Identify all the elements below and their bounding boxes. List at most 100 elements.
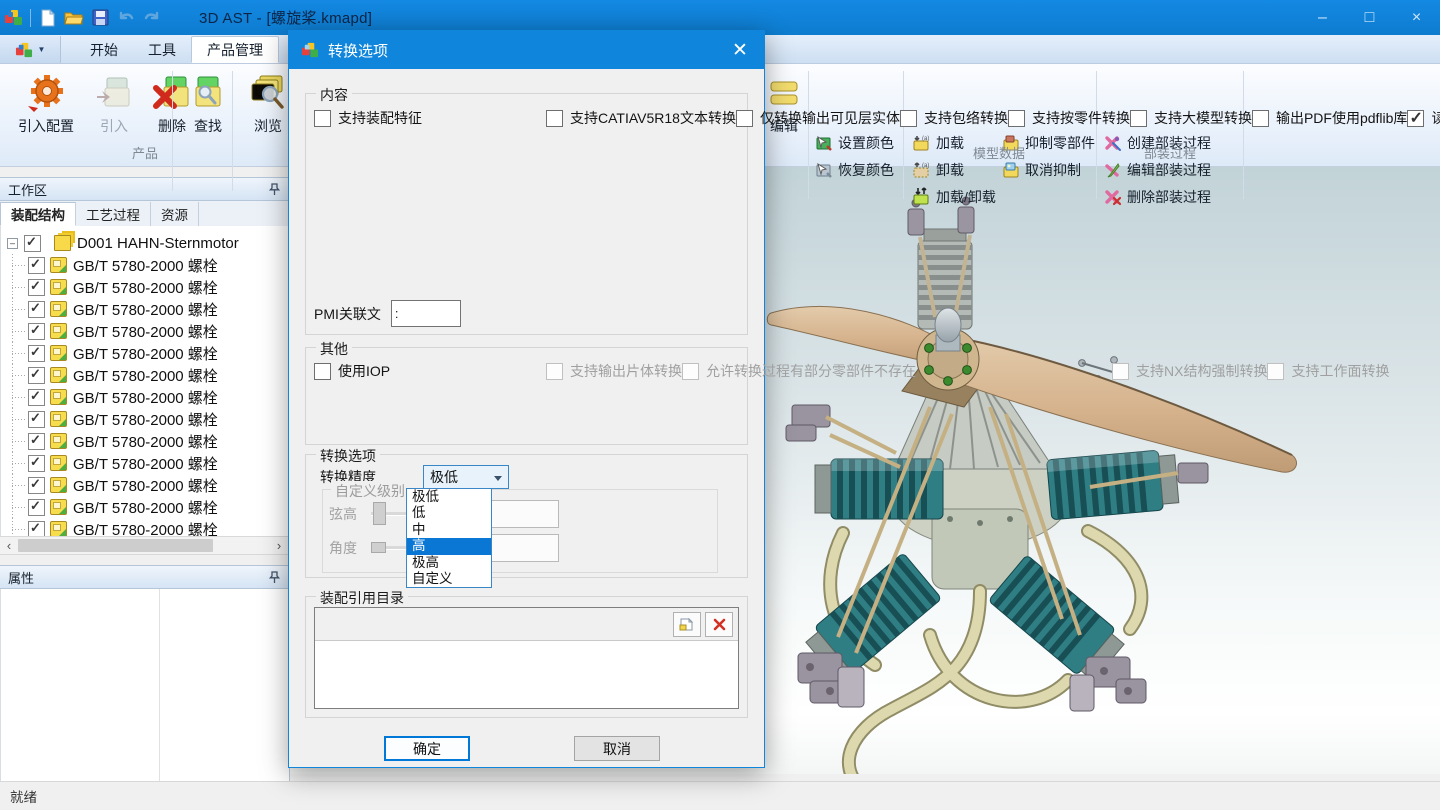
assembly-tree[interactable]: – D001 HAHN-Sternmotor GB/T 5780-2000 螺栓… xyxy=(0,226,289,536)
checkbox[interactable] xyxy=(28,521,45,537)
checkbox[interactable] xyxy=(24,235,41,252)
set-color-icon xyxy=(815,134,833,152)
part-icon xyxy=(50,345,67,361)
checkbox-row[interactable]: 输出PDF使用pdflib库 xyxy=(1252,104,1407,132)
tree-item-bolt[interactable]: GB/T 5780-2000 螺栓 xyxy=(1,452,289,474)
undo-icon xyxy=(113,6,139,30)
checkbox[interactable] xyxy=(1252,110,1269,127)
checkbox[interactable] xyxy=(1008,110,1025,127)
tab-assembly-structure[interactable]: 装配结构 xyxy=(0,202,76,226)
tab-resource[interactable]: 资源 xyxy=(151,202,199,226)
checkbox[interactable] xyxy=(28,279,45,296)
delete-subassembly-process-button[interactable]: 删除部装过程 xyxy=(1104,185,1211,208)
checkbox-row[interactable]: 支持CATIAV5R18文本转换 xyxy=(546,104,736,132)
checkbox[interactable] xyxy=(546,110,563,127)
scrollbar-thumb[interactable] xyxy=(18,539,213,552)
checkbox-row[interactable]: 支持包络转换 xyxy=(900,104,1008,132)
dropdown-item[interactable]: 自定义 xyxy=(407,571,491,587)
horizontal-scrollbar[interactable]: ‹ › xyxy=(0,536,289,555)
checkbox-row[interactable]: 读取属性 xyxy=(1407,104,1440,132)
tree-root-row[interactable]: – D001 HAHN-Sternmotor xyxy=(1,232,289,254)
dialog-title-bar[interactable]: 转换选项 xyxy=(289,31,764,69)
dropdown-item[interactable]: 中 xyxy=(407,522,491,538)
remove-directory-button[interactable] xyxy=(705,612,733,637)
dropdown-item[interactable]: 高 xyxy=(407,538,491,554)
checkbox-row[interactable]: 支持大模型转换 xyxy=(1130,104,1252,132)
load-unload-button[interactable]: 加载/卸载 xyxy=(912,185,996,208)
tree-item-bolt[interactable]: GB/T 5780-2000 螺栓 xyxy=(1,320,289,342)
save-icon[interactable] xyxy=(87,6,113,30)
scroll-right-icon[interactable]: › xyxy=(270,538,288,553)
tree-item-bolt[interactable]: GB/T 5780-2000 螺栓 xyxy=(1,298,289,320)
checkbox[interactable] xyxy=(28,367,45,384)
open-folder-icon[interactable] xyxy=(61,6,87,30)
precision-combobox[interactable]: 极低 xyxy=(423,465,509,489)
tree-item-bolt[interactable]: GB/T 5780-2000 螺栓 xyxy=(1,386,289,408)
part-icon xyxy=(50,433,67,449)
app-menu-button[interactable]: ▼ xyxy=(0,36,61,63)
checkbox-row[interactable]: 支持按零件转换 xyxy=(1008,104,1130,132)
part-icon xyxy=(50,257,67,273)
tree-item-bolt[interactable]: GB/T 5780-2000 螺栓 xyxy=(1,342,289,364)
checkbox-row[interactable]: 使用IOP xyxy=(314,357,546,385)
tree-item-bolt[interactable]: GB/T 5780-2000 螺栓 xyxy=(1,254,289,276)
tab-product-management[interactable]: 产品管理 xyxy=(191,36,279,63)
tree-item-bolt[interactable]: GB/T 5780-2000 螺栓 xyxy=(1,364,289,386)
pin-icon[interactable] xyxy=(269,571,280,584)
checkbox[interactable] xyxy=(28,499,45,516)
part-icon xyxy=(50,499,67,515)
new-file-icon[interactable] xyxy=(35,6,61,30)
checkbox[interactable] xyxy=(28,301,45,318)
precision-dropdown-list[interactable]: 极低 低 中 高 极高 自定义 xyxy=(406,488,492,588)
dropdown-item[interactable]: 极高 xyxy=(407,555,491,571)
tab-process[interactable]: 工艺过程 xyxy=(76,202,151,226)
tree-item-bolt[interactable]: GB/T 5780-2000 螺栓 xyxy=(1,276,289,298)
checkbox-row[interactable]: 支持装配特征 xyxy=(314,104,546,132)
pin-icon[interactable] xyxy=(269,183,280,196)
set-color-button[interactable]: 设置颜色 xyxy=(815,131,894,154)
checkbox[interactable] xyxy=(28,389,45,406)
checkbox-row[interactable]: 仅转换输出可见层实体 xyxy=(736,104,900,132)
checkbox[interactable] xyxy=(314,110,331,127)
tree-item-bolt[interactable]: GB/T 5780-2000 螺栓 xyxy=(1,408,289,430)
import-config-button[interactable]: 引入配置 xyxy=(6,67,86,138)
checkbox[interactable] xyxy=(28,323,45,340)
add-directory-button[interactable] xyxy=(673,612,701,637)
pmi-input[interactable] xyxy=(391,300,461,327)
assembly-ref-list[interactable] xyxy=(314,607,739,709)
tree-item-bolt[interactable]: GB/T 5780-2000 螺栓 xyxy=(1,474,289,496)
checkbox[interactable] xyxy=(1407,110,1424,127)
tree-item-bolt[interactable]: GB/T 5780-2000 螺栓 xyxy=(1,496,289,518)
checkbox[interactable] xyxy=(28,433,45,450)
checkbox xyxy=(682,363,699,380)
ok-button[interactable]: 确定 xyxy=(384,736,470,761)
svg-text:(a): (a) xyxy=(922,136,929,142)
checkbox[interactable] xyxy=(314,363,331,380)
close-button[interactable]: × xyxy=(1393,0,1440,35)
checkbox[interactable] xyxy=(1130,110,1147,127)
dialog-close-icon[interactable]: ✕ xyxy=(716,31,764,69)
checkbox[interactable] xyxy=(900,110,917,127)
minimize-button[interactable]: – xyxy=(1299,0,1346,35)
scroll-left-icon[interactable]: ‹ xyxy=(0,538,18,553)
checkbox[interactable] xyxy=(28,345,45,362)
part-icon xyxy=(50,521,67,536)
checkbox-row: 支持工作面转换 xyxy=(1267,357,1389,385)
checkbox[interactable] xyxy=(28,411,45,428)
cancel-button[interactable]: 取消 xyxy=(574,736,660,761)
tab-start[interactable]: 开始 xyxy=(75,37,133,63)
tree-item-bolt[interactable]: GB/T 5780-2000 螺栓 xyxy=(1,430,289,452)
tree-item-bolt[interactable]: GB/T 5780-2000 螺栓 xyxy=(1,518,289,536)
find-button[interactable]: 查找 xyxy=(178,67,238,138)
redo-icon xyxy=(139,6,165,30)
restore-color-button[interactable]: 恢复颜色 xyxy=(815,158,894,181)
maximize-button[interactable]: □ xyxy=(1346,0,1393,35)
checkbox[interactable] xyxy=(28,455,45,472)
dropdown-item[interactable]: 极低 xyxy=(407,489,491,505)
checkbox[interactable] xyxy=(28,257,45,274)
checkbox[interactable] xyxy=(736,110,753,127)
collapse-icon[interactable]: – xyxy=(7,238,18,249)
checkbox[interactable] xyxy=(28,477,45,494)
dropdown-item[interactable]: 低 xyxy=(407,505,491,521)
tab-tools[interactable]: 工具 xyxy=(133,37,191,63)
